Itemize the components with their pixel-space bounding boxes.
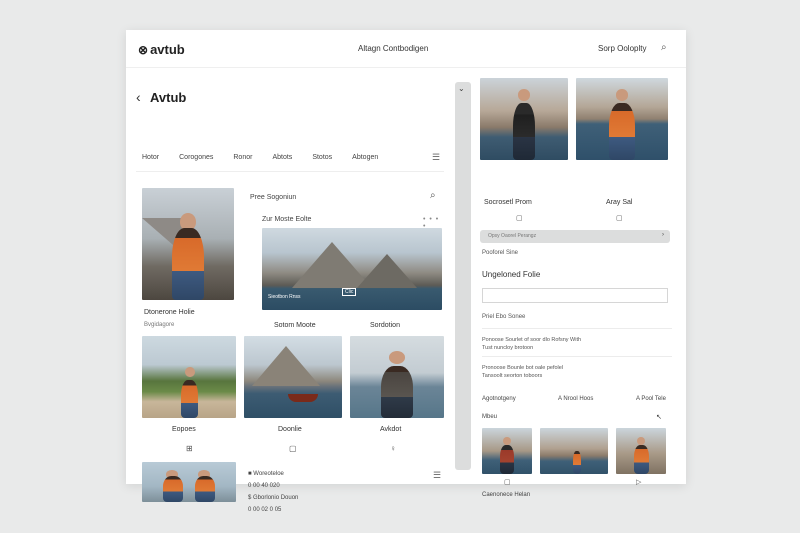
- divider: [482, 328, 672, 329]
- person-head: [503, 437, 511, 446]
- list-line: $ Gborlonio Douon: [248, 495, 299, 501]
- person-figure: [513, 102, 535, 160]
- landscape-photo[interactable]: Sieotbon Rnss Clic: [262, 228, 442, 310]
- sort-icon[interactable]: ↖: [656, 413, 662, 421]
- gallery-photo-2[interactable]: [244, 336, 342, 418]
- caption-b: Sordotion: [370, 322, 400, 329]
- scrollbar[interactable]: ⌄: [455, 82, 471, 470]
- search-icon[interactable]: ⌕: [661, 42, 667, 53]
- section-label: Zur Moste Eolte: [262, 216, 312, 223]
- search-label: Pree Sogoniun: [250, 194, 297, 201]
- person-head: [637, 437, 645, 446]
- app-window: ⊗ avtub Altagn Contbodigen Sorp Ooloplty…: [126, 30, 686, 513]
- person-icon[interactable]: ♀: [390, 444, 396, 453]
- boat-shape: [288, 394, 318, 402]
- tab-abtogen[interactable]: Abtogen: [352, 154, 378, 161]
- right-panel: Socrosetl Prom Aray Sal ▢ ▢ Opsy Oaorel …: [476, 68, 686, 498]
- paragraph-1: Ponoose Sourlet of soor dlo Rofsny With …: [482, 337, 582, 351]
- person-head: [185, 367, 195, 377]
- square-icon[interactable]: ▢: [289, 444, 297, 453]
- list-line: ■ Woreoteloe: [248, 471, 284, 477]
- square-icon[interactable]: ▢: [616, 214, 623, 222]
- caption-a: Sotom Moote: [274, 322, 316, 329]
- filters-heading: Priel Ebo Sonee: [482, 314, 526, 320]
- menu-icon[interactable]: ☰: [432, 152, 440, 163]
- thumb-photo-2[interactable]: [540, 428, 608, 474]
- paragraph-2: Pronoose Bounle bot oale pefolel Tansool…: [482, 365, 564, 379]
- tab-hotor[interactable]: Hotor: [142, 154, 159, 161]
- note-text: Pooforel Sine: [482, 250, 519, 256]
- person-head: [388, 350, 406, 364]
- person-figure: [162, 476, 184, 502]
- bottom-list: ■ Woreoteloe 0 00 40 020 $ Gborlonio Dou…: [248, 468, 298, 516]
- logo-text: avtub: [150, 42, 185, 57]
- tab-bar: Hotor Corogones Ronor Abtots Stotos Abto…: [142, 154, 398, 161]
- filter-1[interactable]: Agotnotgeny: [482, 396, 516, 402]
- filter-3[interactable]: A Pool Tele: [636, 396, 666, 402]
- square-icon[interactable]: ▢: [516, 214, 523, 222]
- hero-caption: Dtonerone Holie: [144, 309, 195, 316]
- bottom-photo[interactable]: [142, 462, 236, 502]
- filter-label: Mbeu: [482, 414, 498, 420]
- dropdown-text: Opsy Oaorel Perangz: [488, 233, 537, 239]
- person-figure: [172, 228, 204, 300]
- photo-overlay-right: Clic: [342, 288, 357, 296]
- header-right-link[interactable]: Sorp Ooloplty: [598, 44, 646, 53]
- mountain-shape: [252, 346, 320, 386]
- grid-icon[interactable]: ⊞: [186, 444, 193, 453]
- right-photo-2[interactable]: [576, 78, 668, 160]
- right-photo-1[interactable]: [480, 78, 568, 160]
- right-caption-1: Socrosetl Prom: [484, 199, 532, 206]
- person-figure: [572, 451, 581, 474]
- back-chevron-icon[interactable]: ‹: [136, 89, 141, 105]
- play-icon[interactable]: ▷: [636, 478, 641, 486]
- tab-stotos[interactable]: Stotos: [312, 154, 332, 161]
- person-figure: [500, 445, 514, 474]
- text-input[interactable]: [482, 288, 668, 303]
- logo-icon: ⊗: [138, 42, 149, 57]
- gallery-photo-3[interactable]: [350, 336, 444, 418]
- photo-overlay-left: Sieotbon Rnss: [268, 294, 301, 300]
- tab-corogones[interactable]: Corogones: [179, 154, 213, 161]
- list-menu-icon[interactable]: ☰: [433, 470, 441, 481]
- right-caption-2: Aray Sal: [606, 199, 633, 206]
- person-figure: [194, 476, 216, 502]
- tab-abtots[interactable]: Abtots: [272, 154, 292, 161]
- hero-subcaption: Bvgidagore: [144, 322, 175, 328]
- chevron-icon: ›: [662, 232, 664, 238]
- search-icon[interactable]: ⌕: [430, 190, 436, 201]
- row-caption-1: Eopoes: [172, 426, 196, 433]
- filter-2[interactable]: A Nrool Hoos: [558, 396, 593, 402]
- row-caption-3: Avkdot: [380, 426, 402, 433]
- mountain-shape: [357, 254, 417, 288]
- person-head: [615, 89, 629, 101]
- person-figure: [633, 445, 649, 474]
- person-figure: [381, 365, 413, 418]
- list-line: 0 00 40 020: [248, 483, 280, 489]
- person-figure: [181, 380, 199, 418]
- section-heading: Ungeloned Folie: [482, 270, 541, 279]
- thumb-photo-1[interactable]: [482, 428, 532, 474]
- top-bar: ⊗ avtub Altagn Contbodigen Sorp Ooloplty…: [126, 30, 686, 68]
- person-head: [517, 89, 531, 101]
- tab-divider: [136, 171, 444, 172]
- dropdown-bar[interactable]: Opsy Oaorel Perangz ›: [480, 230, 670, 243]
- row-caption-2: Doonlie: [278, 426, 302, 433]
- list-line: 0 00 02 0 05: [248, 507, 282, 513]
- gallery-photo-1[interactable]: [142, 336, 236, 418]
- divider: [482, 356, 672, 357]
- square-icon[interactable]: ▢: [504, 478, 511, 486]
- app-logo[interactable]: ⊗ avtub: [138, 42, 185, 57]
- person-figure: [609, 102, 635, 160]
- page-title: Avtub: [150, 90, 187, 105]
- thumb-photo-3[interactable]: [616, 428, 666, 474]
- chevron-down-icon[interactable]: ⌄: [458, 84, 465, 93]
- left-panel: ‹ Avtub Hotor Corogones Ronor Abtots Sto…: [126, 68, 444, 513]
- tab-ronor[interactable]: Ronor: [233, 154, 252, 161]
- header-title: Altagn Contbodigen: [358, 44, 429, 53]
- hero-photo[interactable]: [142, 188, 234, 300]
- footer-text: Caenonece Helan: [482, 492, 531, 498]
